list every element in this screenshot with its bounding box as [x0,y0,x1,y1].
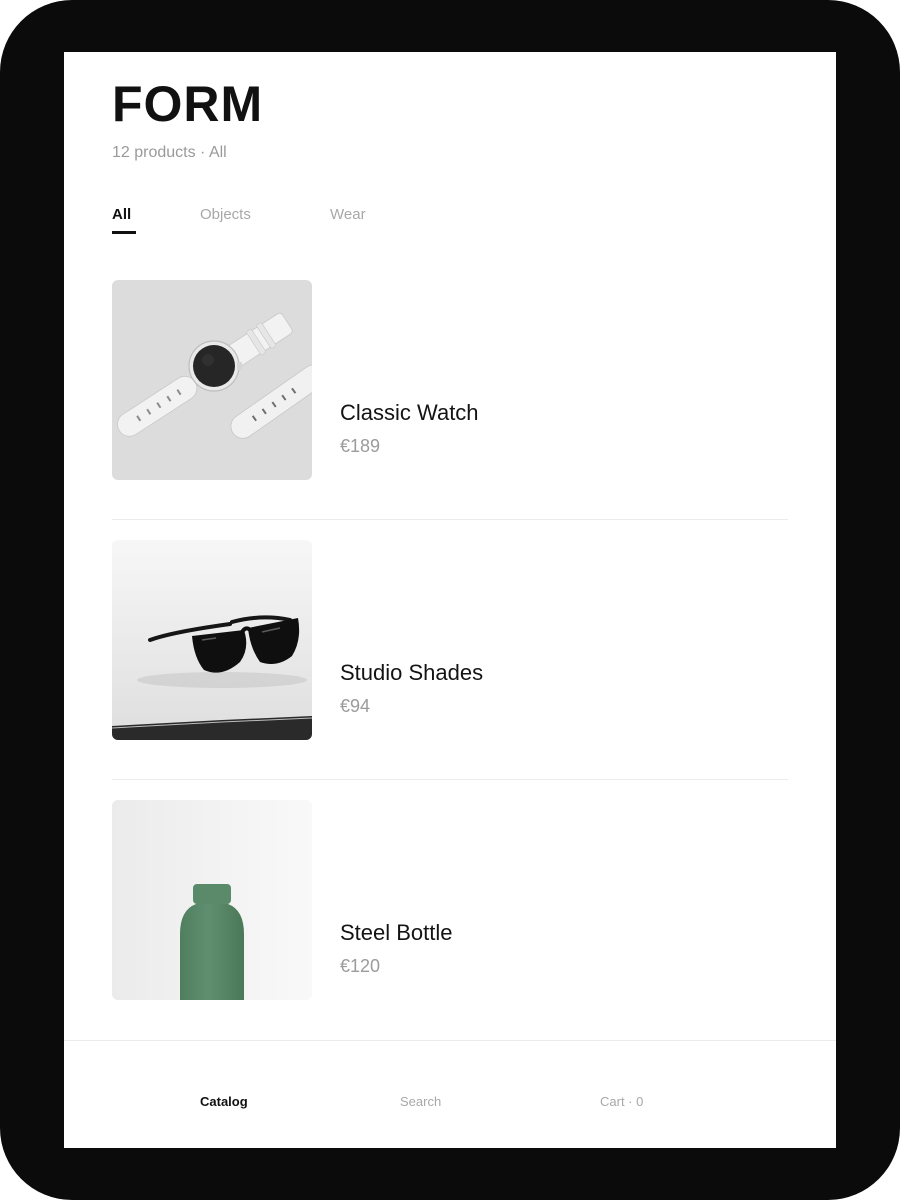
divider [112,779,788,780]
product-price: €94 [340,696,371,716]
product-count-subtitle: 12 products · All [112,144,227,161]
nav-catalog[interactable]: Catalog [200,1093,248,1111]
divider [112,519,788,520]
nav-cart[interactable]: Cart · 0 [600,1093,643,1111]
product-item-steel-bottle[interactable]: Steel Bottle €120 [112,800,788,1000]
app-screen: FORM 12 products · All All Objects Wear [64,52,836,1148]
nav-search[interactable]: Search [400,1093,441,1111]
product-item-classic-watch[interactable]: Classic Watch €189 [112,280,788,480]
tab-all[interactable]: All [112,205,137,234]
product-image-sunglasses[interactable] [112,540,312,740]
product-name: Steel Bottle [340,920,453,945]
product-price: €189 [340,436,381,456]
product-name: Classic Watch [340,400,479,425]
bottom-navigation: Catalog Search Cart · 0 [64,1040,836,1148]
tab-objects[interactable]: Objects [200,205,251,225]
product-image-watch[interactable] [112,280,312,480]
brand-title: FORM [112,76,264,132]
tab-wear[interactable]: Wear [330,205,366,225]
product-price: €120 [340,956,381,976]
product-image-bottle[interactable] [112,800,312,1000]
product-item-studio-shades[interactable]: Studio Shades €94 [112,540,788,740]
product-name: Studio Shades [340,660,484,685]
tablet-frame: FORM 12 products · All All Objects Wear [0,0,900,1200]
